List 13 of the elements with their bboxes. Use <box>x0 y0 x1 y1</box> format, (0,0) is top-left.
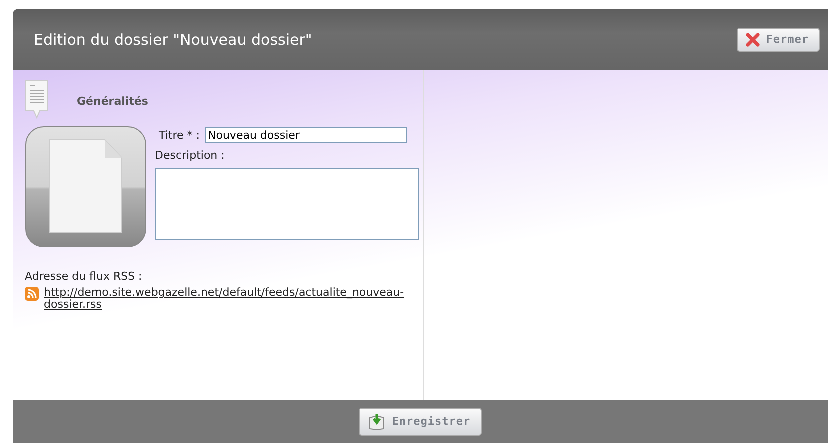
close-icon <box>746 32 760 46</box>
rss-icon <box>25 287 39 301</box>
rss-label: Adresse du flux RSS : <box>25 270 144 283</box>
dialog-title: Edition du dossier "Nouveau dossier" <box>34 30 312 48</box>
rss-link[interactable]: http://demo.site.webgazelle.net/default/feeds/actualite_nouveau-dossier.rss <box>44 287 410 311</box>
description-input[interactable] <box>155 168 419 240</box>
file-icon <box>25 126 147 248</box>
section-title: Généralités <box>77 95 148 108</box>
save-icon <box>368 412 386 430</box>
document-icon <box>25 80 49 120</box>
description-label: Description : <box>155 149 226 162</box>
title-label: Titre * : <box>159 128 200 142</box>
title-input[interactable]: Nouveau dossier <box>205 127 407 143</box>
